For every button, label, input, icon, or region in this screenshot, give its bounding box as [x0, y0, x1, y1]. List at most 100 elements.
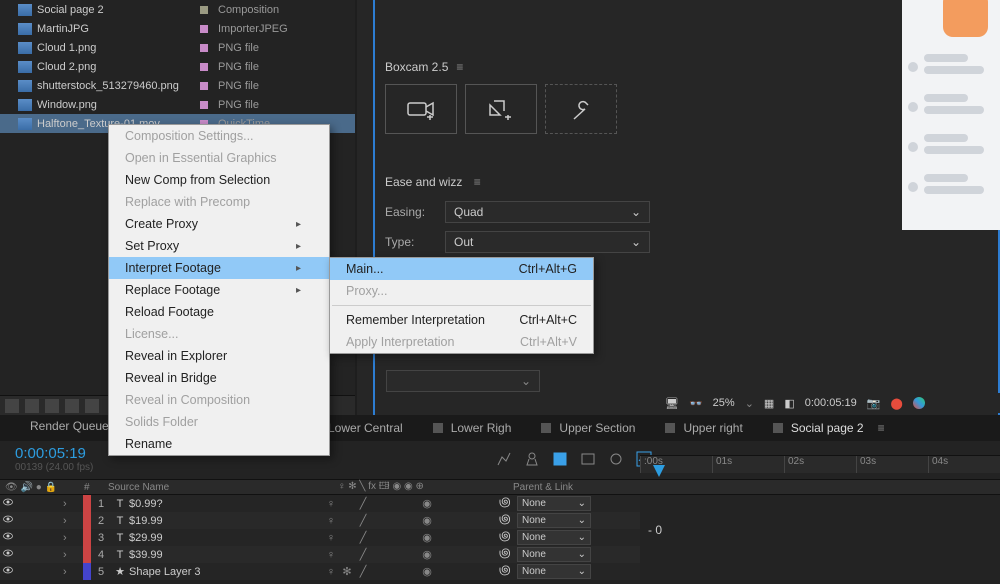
- visibility-toggle[interactable]: [0, 547, 15, 562]
- layer-switches[interactable]: ♀✻╱ ◉: [324, 565, 499, 578]
- source-name-header[interactable]: Source Name: [108, 482, 338, 493]
- parent-select[interactable]: None⌄: [517, 530, 591, 545]
- layer-color[interactable]: [83, 512, 91, 529]
- current-timecode[interactable]: 0:00:05:19: [15, 445, 93, 462]
- pickwhip-icon[interactable]: ౷: [499, 547, 513, 562]
- chevron-right-icon[interactable]: ›: [63, 549, 67, 561]
- layer-row[interactable]: › 5 ★ Shape Layer 3 ♀✻╱ ◉ ౷ None⌄: [0, 563, 640, 580]
- menu-item[interactable]: Rename: [109, 433, 329, 455]
- visibility-toggle[interactable]: [0, 530, 15, 545]
- menu-item[interactable]: New Comp from Selection: [109, 169, 329, 191]
- boxcam-camera-tool[interactable]: [385, 84, 457, 134]
- layer-switches[interactable]: ♀╱ ◉: [324, 531, 499, 544]
- monitor-icon[interactable]: 🖥: [665, 397, 679, 410]
- layer-type-icon: T: [111, 498, 129, 510]
- menu-item[interactable]: Replace Footage▸: [109, 279, 329, 301]
- layer-row[interactable]: › 3 T $29.99 ♀╱ ◉ ౷ None⌄: [0, 529, 640, 546]
- layer-row[interactable]: › 2 T $19.99 ♀╱ ◉ ౷ None⌄: [0, 512, 640, 529]
- project-item[interactable]: Cloud 1.png PNG file: [0, 38, 355, 57]
- solo-column-icon[interactable]: ●: [36, 482, 42, 493]
- menu-item[interactable]: Interpret Footage▸: [109, 257, 329, 279]
- timeline-tab[interactable]: Upper right: [665, 421, 742, 435]
- visibility-toggle[interactable]: [0, 513, 15, 528]
- hamburger-icon[interactable]: ≡: [878, 421, 885, 435]
- folder-icon[interactable]: [65, 399, 79, 413]
- snapshot-icon[interactable]: 📷: [867, 397, 881, 410]
- submenu-item[interactable]: Main...Ctrl+Alt+G: [330, 258, 593, 280]
- visibility-toggle[interactable]: [0, 496, 15, 511]
- project-item[interactable]: MartinJPG ImporterJPEG: [0, 19, 355, 38]
- grid-icon[interactable]: ▦: [764, 397, 774, 410]
- snap-icon[interactable]: [524, 451, 540, 467]
- boxcam-wrench-tool[interactable]: [545, 84, 617, 134]
- time-ruler[interactable]: :00s01s02s03s04s: [640, 455, 1000, 473]
- chevron-right-icon[interactable]: ›: [63, 532, 67, 544]
- color-icon[interactable]: [913, 397, 925, 409]
- layer-row[interactable]: › 1 T $0.99? ♀╱ ◉ ౷ None⌄: [0, 495, 640, 512]
- project-item[interactable]: shutterstock_513279460.png PNG file: [0, 76, 355, 95]
- pickwhip-icon[interactable]: ౷: [499, 496, 513, 511]
- layer-switches[interactable]: ♀╱ ◉: [324, 514, 499, 527]
- hamburger-icon[interactable]: ≡: [456, 60, 463, 74]
- speaker-column-icon[interactable]: 🔊: [20, 482, 32, 493]
- chevron-right-icon[interactable]: ›: [63, 566, 67, 578]
- menu-item[interactable]: Set Proxy▸: [109, 235, 329, 257]
- layer-color[interactable]: [83, 546, 91, 563]
- layer-name[interactable]: $19.99: [129, 515, 324, 527]
- layer-type-icon: T: [111, 515, 129, 527]
- zoom-level[interactable]: 25%: [713, 397, 735, 409]
- eye-column-icon[interactable]: 👁: [5, 482, 18, 493]
- layer-switches[interactable]: ♀╱ ◉: [324, 497, 499, 510]
- timeline-tab[interactable]: Lower Righ: [433, 421, 512, 435]
- frame-blend-icon[interactable]: [580, 451, 596, 467]
- easing-select[interactable]: Quad⌄: [445, 201, 650, 223]
- layer-color[interactable]: [83, 563, 91, 580]
- list-icon[interactable]: [45, 399, 59, 413]
- menu-item[interactable]: Reveal in Explorer: [109, 345, 329, 367]
- layer-color[interactable]: [83, 529, 91, 546]
- layer-name[interactable]: Shape Layer 3: [129, 566, 324, 578]
- eyedropper-select[interactable]: ⌄: [386, 370, 540, 392]
- layer-row[interactable]: › 4 T $39.99 ♀╱ ◉ ౷ None⌄: [0, 546, 640, 563]
- boxcam-shape-tool[interactable]: [465, 84, 537, 134]
- parent-select[interactable]: None⌄: [517, 496, 591, 511]
- project-item[interactable]: Social page 2 Composition: [0, 0, 355, 19]
- layer-name[interactable]: $39.99: [129, 549, 324, 561]
- comp-icon[interactable]: [85, 399, 99, 413]
- project-item[interactable]: Window.png PNG file: [0, 95, 355, 114]
- layer-name[interactable]: $29.99: [129, 532, 324, 544]
- chevron-right-icon[interactable]: ›: [63, 515, 67, 527]
- menu-item[interactable]: Create Proxy▸: [109, 213, 329, 235]
- channel-icon[interactable]: ⬤: [890, 397, 902, 410]
- search-icon[interactable]: [496, 451, 512, 467]
- parent-select[interactable]: None⌄: [517, 564, 591, 579]
- timeline-tab[interactable]: Social page 2≡: [773, 421, 885, 435]
- chevron-right-icon[interactable]: ›: [63, 498, 67, 510]
- 8bpc-icon[interactable]: [5, 399, 19, 413]
- parent-select[interactable]: None⌄: [517, 513, 591, 528]
- layer-name[interactable]: $0.99?: [129, 498, 324, 510]
- thumb-icon[interactable]: [25, 399, 39, 413]
- file-type-icon: [18, 42, 32, 54]
- render-queue-tab[interactable]: Render Queue: [30, 419, 109, 433]
- type-select[interactable]: Out⌄: [445, 231, 650, 253]
- shy-icon[interactable]: [552, 451, 568, 467]
- layer-switches[interactable]: ♀╱ ◉: [324, 548, 499, 561]
- vr-icon[interactable]: 👓: [689, 397, 703, 410]
- pickwhip-icon[interactable]: ౷: [499, 513, 513, 528]
- layer-color[interactable]: [83, 495, 91, 512]
- menu-item[interactable]: Reveal in Bridge: [109, 367, 329, 389]
- parent-select[interactable]: None⌄: [517, 547, 591, 562]
- hamburger-icon[interactable]: ≡: [474, 175, 481, 189]
- motion-blur-icon[interactable]: [608, 451, 624, 467]
- project-item[interactable]: Cloud 2.png PNG file: [0, 57, 355, 76]
- pickwhip-icon[interactable]: ౷: [499, 530, 513, 545]
- lock-column-icon[interactable]: 🔒: [45, 482, 57, 493]
- pickwhip-icon[interactable]: ౷: [499, 564, 513, 579]
- menu-item[interactable]: Reload Footage: [109, 301, 329, 323]
- submenu-item[interactable]: Remember InterpretationCtrl+Alt+C: [330, 309, 593, 331]
- visibility-toggle[interactable]: [0, 564, 15, 579]
- timeline-tab[interactable]: Upper Section: [541, 421, 635, 435]
- preview-timecode[interactable]: 0:00:05:19: [805, 397, 857, 409]
- mask-icon[interactable]: ◧: [784, 397, 794, 410]
